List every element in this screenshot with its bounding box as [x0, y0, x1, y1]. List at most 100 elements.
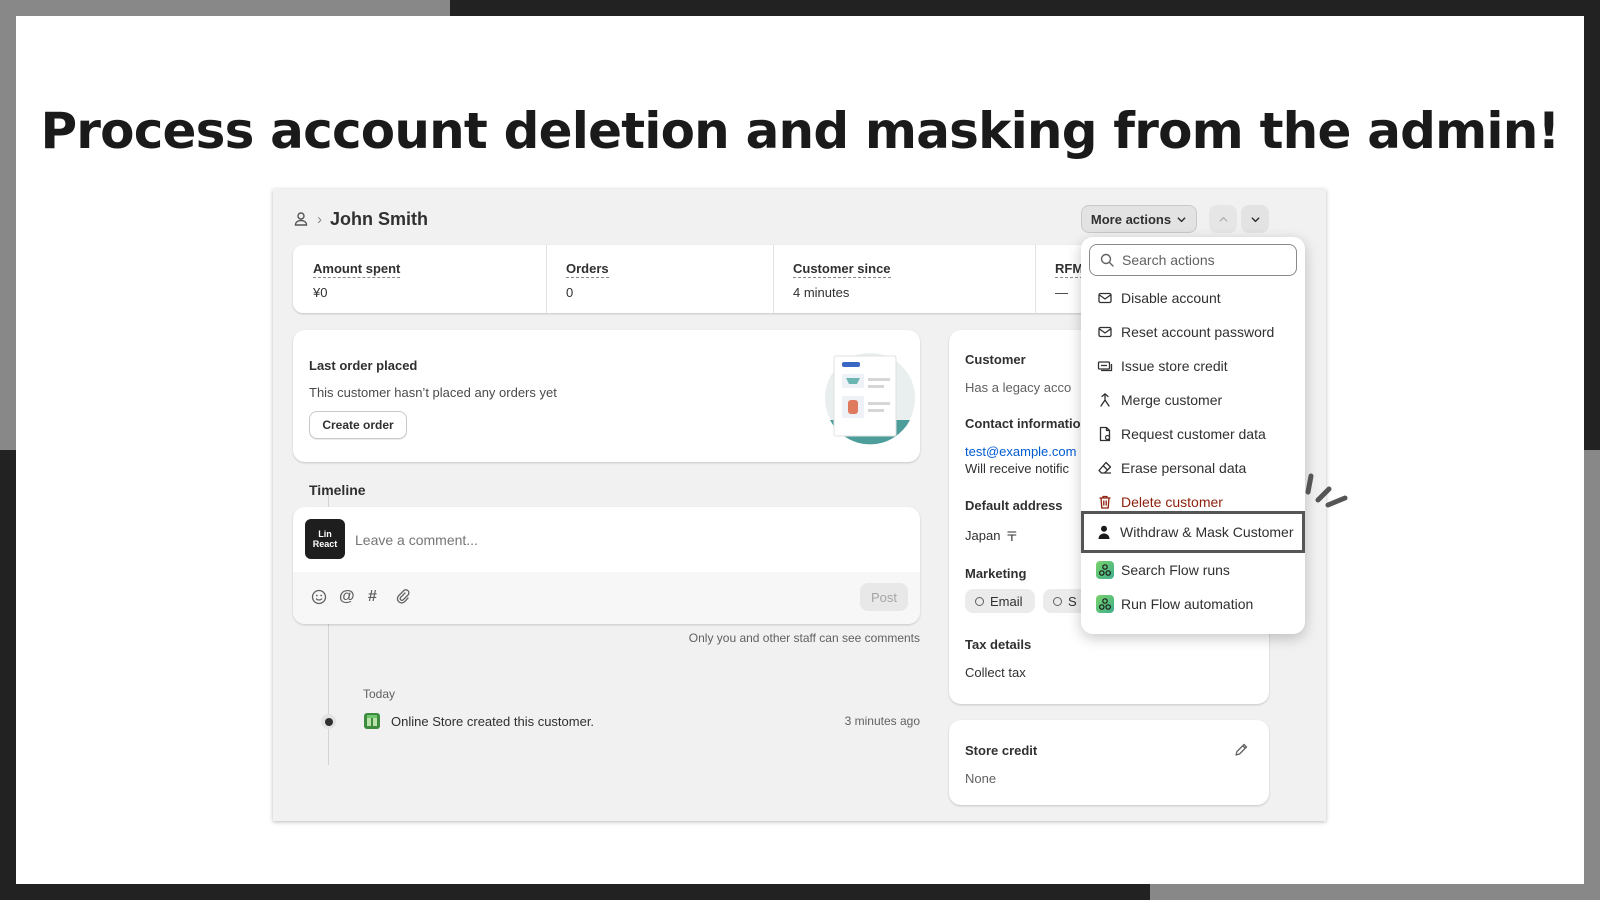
contact-information-title: Contact informatio — [965, 416, 1081, 431]
chip-label: Email — [990, 593, 1023, 609]
previous-customer-button[interactable] — [1209, 205, 1237, 233]
trash-icon — [1096, 493, 1114, 511]
customer-email-link[interactable]: test@example.com — [965, 444, 1076, 459]
envelope-icon — [1096, 289, 1114, 307]
metric-value: 4 minutes — [793, 285, 850, 300]
timeline-event-text: Online Store created this customer. — [391, 714, 595, 729]
last-order-card: Last order placed This customer hasn’t p… — [293, 330, 920, 462]
page-title: John Smith — [330, 208, 428, 229]
avatar-text: Lin React — [312, 529, 338, 549]
more-actions-menu: Disable account Reset account password I… — [1081, 237, 1305, 634]
customer-panel-title: Customer — [965, 352, 1026, 367]
chevron-down-icon — [1250, 214, 1261, 225]
menu-item-reset-password[interactable]: Reset account password — [1083, 315, 1303, 349]
edit-pencil-icon[interactable] — [1233, 742, 1249, 758]
metric-label[interactable]: Amount spent — [313, 261, 401, 278]
metric-label[interactable]: Orders — [566, 261, 609, 278]
timeline-title: Timeline — [309, 482, 366, 498]
tax-details-value: Collect tax — [965, 665, 1026, 680]
menu-item-label: Issue store credit — [1121, 358, 1228, 374]
menu-item-run-flow-automation[interactable]: Run Flow automation — [1083, 587, 1303, 621]
slide-headline: Process account deletion and masking fro… — [40, 102, 1560, 160]
metric-value: — — [1055, 285, 1068, 300]
metric-amount-spent: Amount spent ¥0 — [313, 260, 401, 300]
menu-item-label: Delete customer — [1121, 494, 1223, 510]
menu-item-label: Merge customer — [1121, 392, 1223, 408]
more-actions-label: More actions — [1090, 211, 1172, 227]
chip-label: S — [1068, 593, 1077, 609]
envelope-icon — [1096, 323, 1114, 341]
attachment-icon[interactable] — [395, 589, 411, 605]
comment-box: Lin React @ # Post — [293, 507, 920, 624]
last-order-title: Last order placed — [309, 358, 418, 373]
metric-label[interactable]: Customer since — [793, 261, 891, 278]
chevron-down-icon — [1176, 214, 1187, 225]
menu-item-disable-account[interactable]: Disable account — [1083, 281, 1303, 315]
create-order-button[interactable]: Create order — [309, 411, 407, 439]
chevron-up-icon — [1218, 214, 1229, 225]
marketing-title: Marketing — [965, 566, 1027, 581]
merge-icon — [1096, 391, 1114, 409]
person-icon — [1095, 523, 1113, 541]
divider — [546, 245, 547, 313]
menu-item-label: Erase personal data — [1121, 460, 1247, 476]
last-order-message: This customer hasn’t placed any orders y… — [309, 385, 557, 400]
metric-orders: Orders 0 — [566, 260, 609, 300]
eraser-icon — [1096, 459, 1114, 477]
emphasis-stroke — [1315, 486, 1332, 503]
metric-customer-since: Customer since 4 minutes — [793, 260, 891, 300]
divider — [773, 245, 774, 313]
menu-item-label: Disable account — [1121, 290, 1221, 306]
emoji-icon[interactable] — [311, 589, 327, 605]
menu-item-merge-customer[interactable]: Merge customer — [1083, 383, 1303, 417]
metric-rfm: RFM — — [1055, 260, 1084, 300]
person-outline-icon[interactable] — [293, 211, 309, 227]
online-store-icon — [363, 712, 381, 730]
notification-text: Will receive notific — [965, 461, 1070, 476]
menu-item-issue-store-credit[interactable]: Issue store credit — [1083, 349, 1303, 383]
admin-customer-page: › John Smith More actions Amount spent ¥… — [273, 189, 1326, 821]
menu-item-request-customer-data[interactable]: Request customer data — [1083, 417, 1303, 451]
mention-icon[interactable]: @ — [339, 588, 355, 606]
emphasis-stroke — [1305, 473, 1314, 495]
metric-value: ¥0 — [313, 285, 328, 300]
breadcrumb-separator: › — [317, 210, 322, 228]
actions-search-field[interactable] — [1089, 244, 1297, 276]
menu-item-label: Run Flow automation — [1121, 596, 1254, 612]
timeline-event-dot — [321, 714, 336, 729]
flow-icon — [1096, 561, 1114, 579]
post-button[interactable]: Post — [860, 583, 908, 611]
divider — [1035, 245, 1036, 313]
menu-item-label: Request customer data — [1121, 426, 1266, 442]
search-icon — [1100, 253, 1114, 267]
hashtag-icon[interactable]: # — [368, 588, 377, 606]
store-credit-value: None — [965, 771, 997, 786]
file-icon — [1096, 425, 1114, 443]
tax-details-title: Tax details — [965, 637, 1032, 652]
timeline-event-time: 3 minutes ago — [844, 714, 920, 728]
legacy-account-text: Has a legacy acco — [965, 380, 1072, 395]
menu-item-search-flow-runs[interactable]: Search Flow runs — [1083, 553, 1303, 587]
menu-item-label: Reset account password — [1121, 324, 1275, 340]
cash-icon — [1096, 357, 1114, 375]
flow-icon — [1096, 595, 1114, 613]
timeline-day-label: Today — [363, 687, 396, 701]
default-address-value: Japan 〒 — [965, 526, 1018, 545]
emphasis-marks — [1305, 473, 1348, 508]
more-actions-button[interactable]: More actions — [1081, 205, 1197, 233]
avatar: Lin React — [305, 519, 345, 559]
status-dot — [975, 596, 984, 606]
next-customer-button[interactable] — [1241, 205, 1269, 233]
breadcrumb: › John Smith — [293, 206, 428, 232]
comment-input[interactable] — [355, 528, 895, 552]
metric-label[interactable]: RFM — [1055, 261, 1084, 278]
store-credit-card: Store credit None — [949, 720, 1269, 805]
empty-orders-illustration — [824, 350, 916, 446]
menu-item-withdraw-mask-customer[interactable]: Withdraw & Mask Customer — [1081, 511, 1305, 553]
store-credit-title: Store credit — [965, 743, 1038, 758]
status-dot — [1053, 596, 1062, 606]
emphasis-stroke — [1325, 495, 1348, 508]
menu-item-erase-personal-data[interactable]: Erase personal data — [1083, 451, 1303, 485]
metric-value: 0 — [566, 285, 574, 300]
actions-search-input[interactable] — [1122, 252, 1292, 268]
